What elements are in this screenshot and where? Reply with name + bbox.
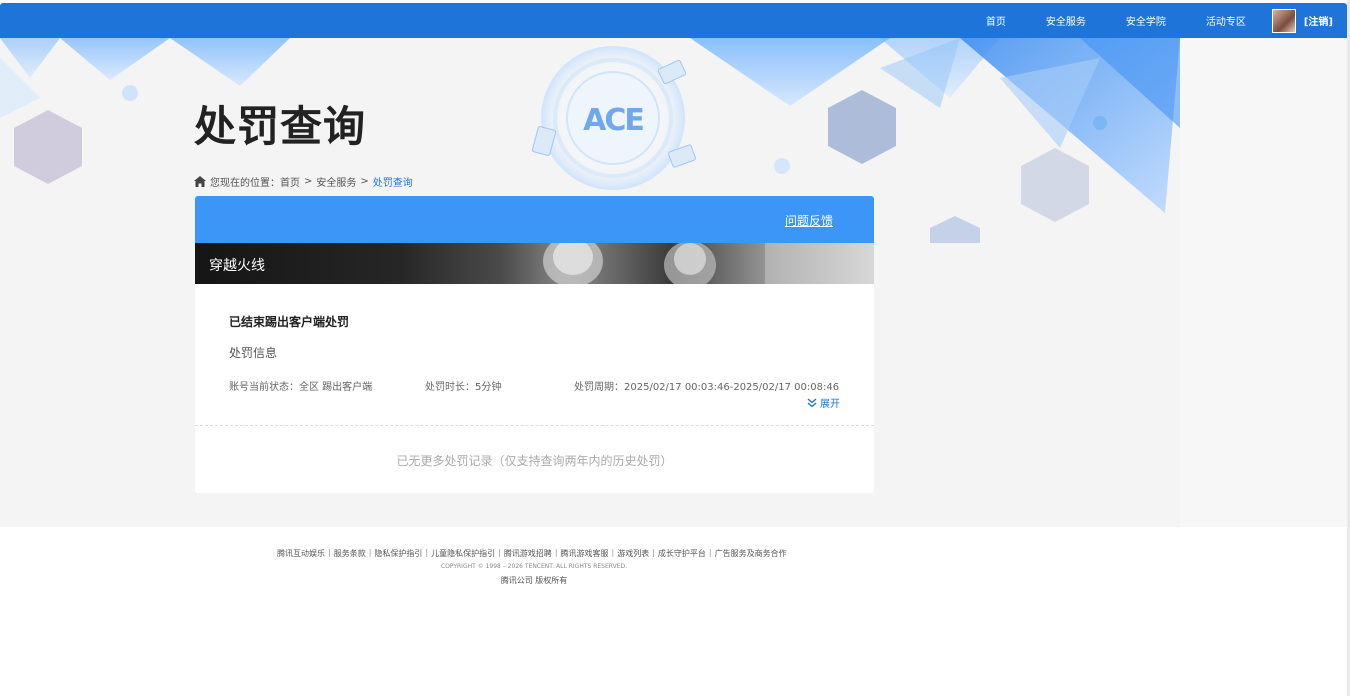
no-more-records: 已无更多处罚记录（仅支持查询两年内的历史处罚） bbox=[396, 454, 673, 468]
card-header: 问题反馈 bbox=[195, 196, 874, 243]
copyright: COPYRIGHT © 1998 – 2026 TENCENT. ALL RIG… bbox=[440, 563, 628, 570]
nav-security-service[interactable]: 安全服务 bbox=[1046, 13, 1086, 28]
nav-home[interactable]: 首页 bbox=[986, 13, 1006, 28]
breadcrumb-home[interactable]: 首页 bbox=[280, 174, 300, 189]
footer-separator: | bbox=[498, 548, 501, 557]
double-chevron-down-icon bbox=[807, 397, 817, 407]
footer-separator: | bbox=[425, 548, 429, 557]
footer-separator: | bbox=[554, 548, 558, 557]
hero-right-panel bbox=[1180, 38, 1347, 527]
nav-menu: 首页 安全服务 安全学院 活动专区 [注销] bbox=[986, 3, 1347, 38]
ace-logo-icon: ACE bbox=[583, 103, 645, 138]
footer-link-ads[interactable]: 广告服务及商务合作 bbox=[715, 548, 787, 559]
footer-link-growth-guard[interactable]: 成长守护平台 bbox=[658, 548, 706, 559]
home-icon bbox=[194, 176, 206, 187]
expand-label: 展开 bbox=[820, 399, 840, 410]
breadcrumb-security-service[interactable]: 安全服务 bbox=[316, 174, 356, 189]
footer-separator: | bbox=[652, 548, 655, 557]
footer-link-support[interactable]: 腾讯游戏客服 bbox=[561, 548, 609, 559]
expand-button[interactable]: 展开 bbox=[807, 395, 840, 410]
breadcrumb-separator: > bbox=[360, 176, 369, 187]
game-banner: 穿越火线 bbox=[195, 243, 874, 284]
record-status: 账号当前状态：全区 踢出客户端 bbox=[229, 382, 373, 393]
footer: 腾讯互动娱乐 | 服务条款 | 隐私保护指引 | 儿童隐私保护指引 | 腾讯游戏… bbox=[0, 527, 1347, 696]
footer-link-child-privacy[interactable]: 儿童隐私保护指引 bbox=[431, 548, 495, 559]
page-title: 处罚查询 bbox=[194, 102, 367, 151]
footer-separator: | bbox=[328, 548, 331, 557]
footer-link-privacy[interactable]: 隐私保护指引 bbox=[374, 548, 422, 559]
record-duration: 处罚时长：5分钟 bbox=[425, 382, 502, 393]
company-notice: 腾讯公司 版权所有 bbox=[500, 576, 568, 585]
svg-text:ACE: ACE bbox=[583, 103, 643, 138]
record-title: 已结束踢出客户端处罚 bbox=[229, 315, 350, 329]
footer-link-tencent-games[interactable]: 腾讯互动娱乐 bbox=[277, 548, 325, 559]
footer-link-terms[interactable]: 服务条款 bbox=[334, 548, 366, 559]
game-character-art bbox=[543, 243, 874, 284]
footer-separator: | bbox=[368, 548, 372, 557]
avatar[interactable] bbox=[1271, 8, 1296, 33]
nav-activity-zone[interactable]: 活动专区 bbox=[1206, 13, 1246, 28]
penalty-card: 问题反馈 穿越火线 已结束踢出客户端处罚 处罚信息 账号当前状态：全区 踢出客户… bbox=[195, 196, 874, 493]
footer-separator: | bbox=[708, 548, 712, 557]
breadcrumb-separator: > bbox=[304, 176, 313, 187]
top-nav-bar: 首页 安全服务 安全学院 活动专区 [注销] bbox=[0, 3, 1347, 38]
page: ACE 首页 安全服务 安全学院 活动专区 [注销] 处罚查询 您现在的位置： … bbox=[0, 0, 1350, 696]
record-subtitle: 处罚信息 bbox=[229, 346, 278, 360]
breadcrumb-prefix: 您现在的位置： bbox=[210, 178, 280, 189]
divider bbox=[195, 425, 874, 426]
record-period: 处罚周期：2025/02/17 00:03:46-2025/02/17 00:0… bbox=[574, 382, 840, 393]
feedback-link[interactable]: 问题反馈 bbox=[785, 212, 833, 229]
game-name: 穿越火线 bbox=[209, 258, 265, 274]
footer-link-game-list[interactable]: 游戏列表 bbox=[617, 548, 649, 559]
breadcrumb-current: 处罚查询 bbox=[372, 178, 413, 189]
footer-links: 腾讯互动娱乐 | 服务条款 | 隐私保护指引 | 儿童隐私保护指引 | 腾讯游戏… bbox=[277, 548, 787, 559]
breadcrumb: 您现在的位置： 首页 > 安全服务 > 处罚查询 bbox=[194, 174, 413, 189]
footer-link-jobs[interactable]: 腾讯游戏招聘 bbox=[504, 548, 552, 559]
logout-link[interactable]: [注销] bbox=[1304, 13, 1333, 28]
footer-separator: | bbox=[611, 548, 615, 557]
nav-security-academy[interactable]: 安全学院 bbox=[1126, 13, 1166, 28]
